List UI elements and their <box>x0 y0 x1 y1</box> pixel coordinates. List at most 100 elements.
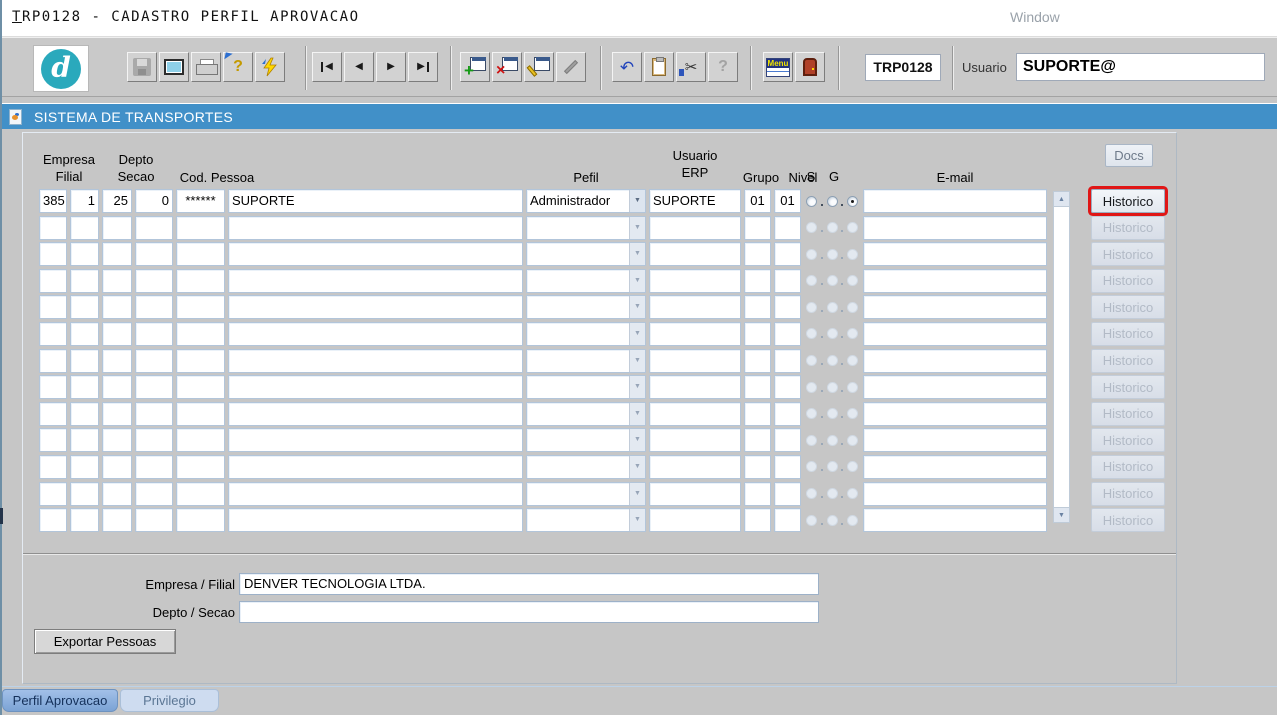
email-cell[interactable] <box>863 402 1047 426</box>
cod-pessoa-cell[interactable]: ****** <box>176 189 225 213</box>
sg-radio-1[interactable] <box>806 302 817 313</box>
pefil-combobox[interactable]: ▼ <box>526 216 646 240</box>
nivel-cell[interactable] <box>774 295 801 319</box>
pefil-combobox[interactable]: ▼ <box>526 375 646 399</box>
pefil-combobox[interactable]: ▼ <box>526 269 646 293</box>
grupo-cell[interactable] <box>744 375 771 399</box>
nome-pessoa-cell[interactable] <box>228 402 523 426</box>
filial-cell[interactable] <box>70 269 99 293</box>
nivel-cell[interactable] <box>774 508 801 532</box>
usuario-erp-cell[interactable]: SUPORTE <box>649 189 741 213</box>
secao-cell[interactable] <box>135 216 173 240</box>
secao-cell[interactable] <box>135 242 173 266</box>
sg-radio-2[interactable] <box>827 488 838 499</box>
screen-button[interactable] <box>159 52 189 82</box>
cod-pessoa-cell[interactable] <box>176 242 225 266</box>
historico-button[interactable]: Historico <box>1091 189 1165 213</box>
search-record-button[interactable] <box>524 52 554 82</box>
pefil-combobox[interactable]: ▼ <box>526 428 646 452</box>
filial-cell[interactable] <box>70 428 99 452</box>
nome-pessoa-cell[interactable] <box>228 242 523 266</box>
tab-perfil-aprovacao[interactable]: Perfil Aprovacao <box>2 689 118 712</box>
nivel-cell[interactable] <box>774 375 801 399</box>
email-cell[interactable] <box>863 189 1047 213</box>
program-code-box[interactable]: TRP0128 <box>865 54 941 81</box>
combo-arrow-icon[interactable]: ▼ <box>629 456 645 478</box>
empresa-cell[interactable] <box>39 269 67 293</box>
email-cell[interactable] <box>863 242 1047 266</box>
depto-cell[interactable] <box>102 295 132 319</box>
grupo-cell[interactable] <box>744 508 771 532</box>
nivel-cell[interactable] <box>774 455 801 479</box>
nivel-cell[interactable] <box>774 242 801 266</box>
email-cell[interactable] <box>863 375 1047 399</box>
secao-cell[interactable] <box>135 322 173 346</box>
add-record-button[interactable]: + <box>460 52 490 82</box>
depto-cell[interactable] <box>102 216 132 240</box>
nivel-cell[interactable]: 01 <box>774 189 801 213</box>
sg-radio-1[interactable] <box>806 515 817 526</box>
nivel-cell[interactable] <box>774 402 801 426</box>
filial-cell[interactable] <box>70 455 99 479</box>
menu-item-window[interactable]: Window <box>1010 9 1060 25</box>
empresa-cell[interactable] <box>39 295 67 319</box>
docs-button[interactable]: Docs <box>1105 144 1153 167</box>
sg-radio-2[interactable] <box>827 328 838 339</box>
cut-button[interactable]: ✂ <box>676 52 706 82</box>
nav-first-button[interactable]: ◀ <box>312 52 342 82</box>
print-button[interactable] <box>191 52 221 82</box>
sg-radio-3[interactable] <box>847 488 858 499</box>
cod-pessoa-cell[interactable] <box>176 508 225 532</box>
empresa-cell[interactable] <box>39 216 67 240</box>
combo-arrow-icon[interactable]: ▼ <box>629 403 645 425</box>
sg-radio-2[interactable] <box>827 408 838 419</box>
nome-pessoa-cell[interactable]: SUPORTE <box>228 189 523 213</box>
delete-record-button[interactable]: × <box>492 52 522 82</box>
nome-pessoa-cell[interactable] <box>228 375 523 399</box>
nome-pessoa-cell[interactable] <box>228 508 523 532</box>
nome-pessoa-cell[interactable] <box>228 295 523 319</box>
nome-pessoa-cell[interactable] <box>228 349 523 373</box>
sg-radio-3[interactable] <box>847 222 858 233</box>
empresa-cell[interactable] <box>39 482 67 506</box>
email-cell[interactable] <box>863 508 1047 532</box>
cod-pessoa-cell[interactable] <box>176 349 225 373</box>
pefil-combobox[interactable]: ▼ <box>526 349 646 373</box>
depto-cell[interactable] <box>102 375 132 399</box>
pefil-combobox[interactable]: ▼ <box>526 455 646 479</box>
cod-pessoa-cell[interactable] <box>176 455 225 479</box>
pefil-combobox[interactable]: ▼ <box>526 508 646 532</box>
empresa-cell[interactable] <box>39 508 67 532</box>
email-cell[interactable] <box>863 349 1047 373</box>
email-cell[interactable] <box>863 455 1047 479</box>
filial-cell[interactable] <box>70 216 99 240</box>
email-cell[interactable] <box>863 269 1047 293</box>
grupo-cell[interactable] <box>744 269 771 293</box>
usuario-erp-cell[interactable] <box>649 322 741 346</box>
sg-radio-3[interactable] <box>847 302 858 313</box>
grupo-cell[interactable] <box>744 349 771 373</box>
cod-pessoa-cell[interactable] <box>176 322 225 346</box>
sg-radio-3[interactable] <box>847 408 858 419</box>
combo-arrow-icon[interactable]: ▼ <box>629 376 645 398</box>
secao-cell[interactable] <box>135 349 173 373</box>
grupo-cell[interactable] <box>744 242 771 266</box>
sg-radio-3[interactable] <box>847 435 858 446</box>
empresa-cell[interactable] <box>39 428 67 452</box>
cod-pessoa-cell[interactable] <box>176 428 225 452</box>
sg-radio-3[interactable] <box>847 515 858 526</box>
pefil-combobox[interactable]: ▼ <box>526 322 646 346</box>
grupo-cell[interactable] <box>744 455 771 479</box>
secao-cell[interactable] <box>135 455 173 479</box>
combo-arrow-icon[interactable]: ▼ <box>629 270 645 292</box>
tab-privilegio[interactable]: Privilegio <box>120 689 219 712</box>
filial-cell[interactable] <box>70 482 99 506</box>
pefil-combobox[interactable]: ▼ <box>526 242 646 266</box>
sg-radio-1[interactable] <box>806 382 817 393</box>
nivel-cell[interactable] <box>774 428 801 452</box>
combo-arrow-icon[interactable]: ▼ <box>629 217 645 239</box>
usuario-erp-cell[interactable] <box>649 349 741 373</box>
sg-radio-1[interactable] <box>806 461 817 472</box>
usuario-erp-cell[interactable] <box>649 216 741 240</box>
usuario-erp-cell[interactable] <box>649 295 741 319</box>
